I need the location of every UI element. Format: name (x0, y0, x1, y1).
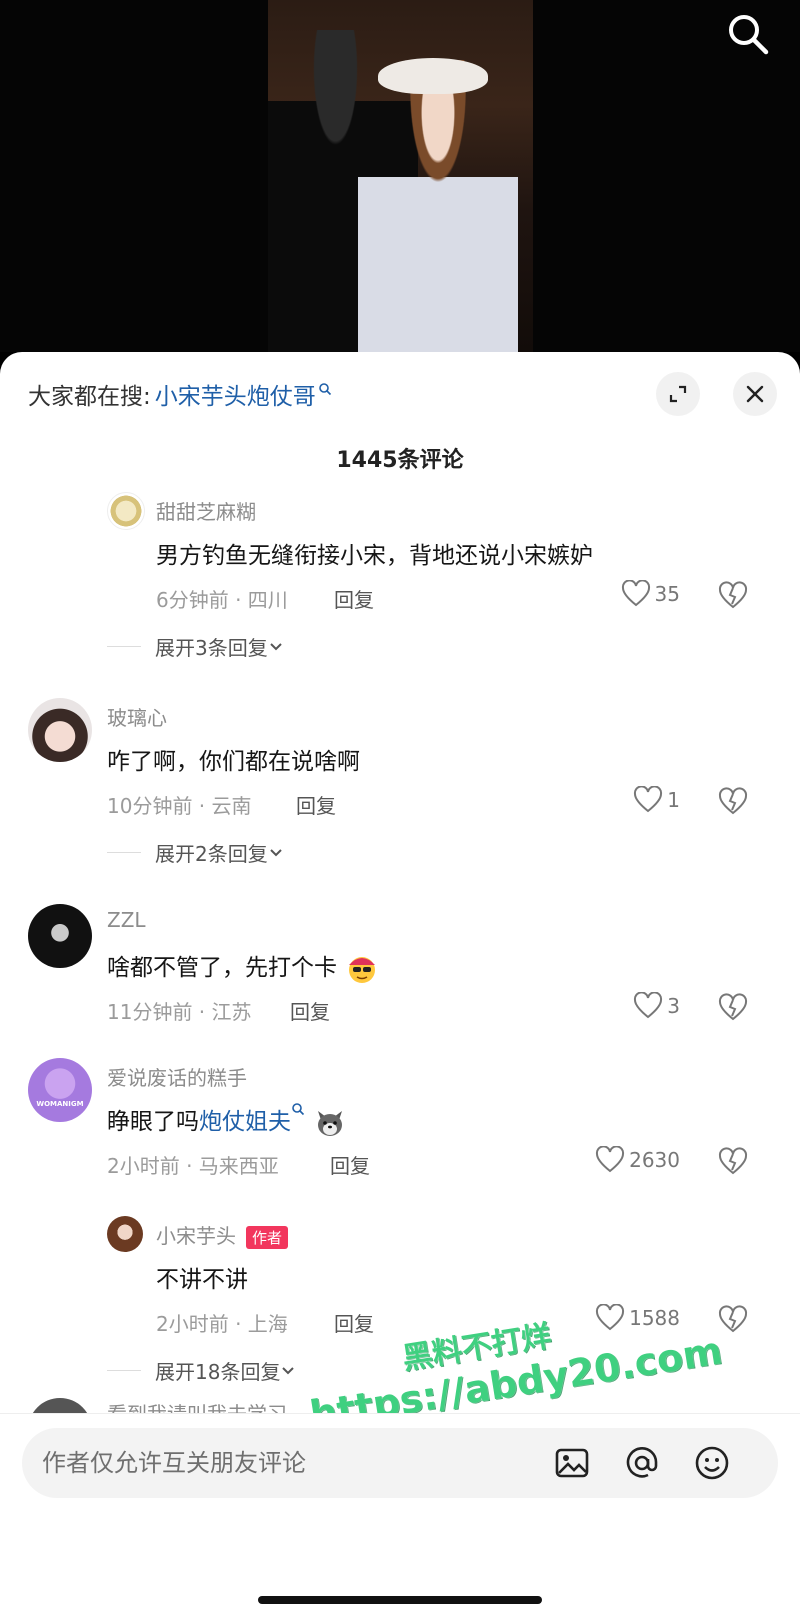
close-button[interactable] (733, 372, 777, 416)
like-count: 1 (667, 788, 680, 812)
comment-text-content: 睁眼了吗 (107, 1109, 199, 1135)
avatar[interactable] (28, 904, 92, 968)
comment-username[interactable]: ZZL (107, 908, 146, 932)
expand-replies-label: 展开2条回复 (155, 842, 268, 866)
at-icon[interactable] (624, 1445, 660, 1481)
hashtag-link[interactable]: 炮仗姐夫 (199, 1109, 291, 1135)
chevron-down-icon (282, 1366, 295, 1374)
broken-heart-icon[interactable] (718, 993, 748, 1023)
comment-meta: 6分钟前 · 四川 (156, 588, 288, 612)
expand-button[interactable] (656, 372, 700, 416)
search-icon[interactable] (726, 12, 770, 56)
expand-replies[interactable]: 展开3条回复 (107, 632, 284, 661)
reply-button[interactable]: 回复 (330, 1150, 370, 1179)
reply-button[interactable]: 回复 (334, 584, 374, 613)
comment-username[interactable]: 爱说废话的糕手 (107, 1062, 247, 1091)
heart-icon (596, 1146, 625, 1173)
comment-count: 1445条评论 (336, 448, 464, 473)
reply-button[interactable]: 回复 (290, 996, 330, 1025)
comment-text: 不讲不讲 (156, 1267, 248, 1293)
video-player[interactable] (0, 0, 800, 352)
expand-replies[interactable]: 展开18条回复 (107, 1356, 296, 1385)
author-badge: 作者 (246, 1226, 289, 1249)
chevron-down-icon (270, 848, 282, 856)
divider (107, 852, 141, 853)
heart-icon (634, 992, 663, 1019)
trending-search[interactable]: 大家都在搜: 小宋芋头炮仗哥 (28, 374, 332, 414)
comment-username[interactable]: 小宋芋头 作者 (156, 1220, 289, 1249)
reply-button[interactable]: 回复 (296, 790, 336, 819)
avatar[interactable] (28, 1398, 92, 1413)
avatar[interactable] (107, 1216, 143, 1252)
trending-prefix: 大家都在搜: (28, 384, 151, 410)
comment-text: 啥都不管了，先打个卡 (107, 948, 378, 985)
broken-heart-icon[interactable] (718, 1305, 748, 1335)
comment-meta: 11分钟前 · 江苏 (107, 1000, 252, 1024)
image-icon[interactable] (554, 1445, 590, 1481)
expand-replies-label: 展开3条回复 (155, 636, 268, 660)
broken-heart-icon[interactable] (718, 787, 748, 817)
like-button[interactable]: 3 (560, 992, 680, 1020)
expand-replies-label: 展开18条回复 (155, 1360, 281, 1384)
comment-input-placeholder: 作者仅允许互关朋友评论 (42, 1449, 306, 1477)
close-icon (746, 385, 764, 403)
avatar[interactable]: WOMANIGM (28, 1058, 92, 1122)
like-count: 35 (654, 582, 680, 606)
comment-text: 咋了啊，你们都在说啥啊 (107, 749, 360, 775)
comment-meta: 10分钟前 · 云南 (107, 794, 252, 818)
heart-icon (621, 580, 650, 607)
chevron-down-icon (270, 642, 282, 650)
like-button[interactable]: 2630 (560, 1146, 680, 1174)
like-count: 3 (667, 994, 680, 1018)
husky-dog-emoji-icon (318, 1110, 343, 1136)
expand-icon (669, 385, 687, 403)
comment-input-bar: 作者仅允许互关朋友评论 (0, 1413, 800, 1616)
comment-username[interactable]: 甜甜芝麻糊 (156, 496, 256, 525)
comment-username[interactable]: 玻璃心 (107, 702, 167, 731)
avatar[interactable] (107, 492, 145, 530)
divider (107, 1370, 141, 1371)
hat-shape (378, 58, 488, 94)
video-frame (268, 0, 533, 352)
person-figure (358, 60, 518, 352)
trending-keyword[interactable]: 小宋芋头炮仗哥 (155, 377, 316, 411)
broken-heart-icon[interactable] (718, 581, 748, 611)
author-name: 小宋芋头 (156, 1224, 236, 1248)
expand-replies[interactable]: 展开2条回复 (107, 838, 284, 867)
magnifier-small-icon (318, 383, 331, 396)
reply-button[interactable]: 回复 (334, 1308, 374, 1337)
divider (107, 646, 141, 647)
comment-meta: 2小时前 · 马来西亚 (107, 1154, 279, 1178)
comment-text: 男方钓鱼无缝衔接小宋，背地还说小宋嫉妒 (156, 543, 593, 569)
broken-heart-icon[interactable] (718, 1147, 748, 1177)
like-count: 2630 (629, 1148, 680, 1172)
comment-text-content: 啥都不管了，先打个卡 (107, 955, 337, 981)
avatar-text: WOMANIGM (36, 1100, 84, 1108)
emoji-icon[interactable] (694, 1445, 730, 1481)
comment-input[interactable]: 作者仅允许互关朋友评论 (22, 1428, 778, 1498)
cool-face-emoji-icon (349, 956, 376, 983)
comment-username[interactable]: 看到我请叫我去学习 (107, 1398, 287, 1413)
comment-text: 睁眼了吗炮仗姐夫 (107, 1102, 346, 1139)
comment-meta: 2小时前 · 上海 (156, 1312, 288, 1336)
magnifier-small-icon (292, 1103, 305, 1116)
like-button[interactable]: 35 (560, 580, 680, 608)
home-indicator[interactable] (258, 1596, 542, 1604)
heart-icon (634, 786, 663, 813)
like-button[interactable]: 1 (560, 786, 680, 814)
avatar[interactable] (28, 698, 92, 762)
